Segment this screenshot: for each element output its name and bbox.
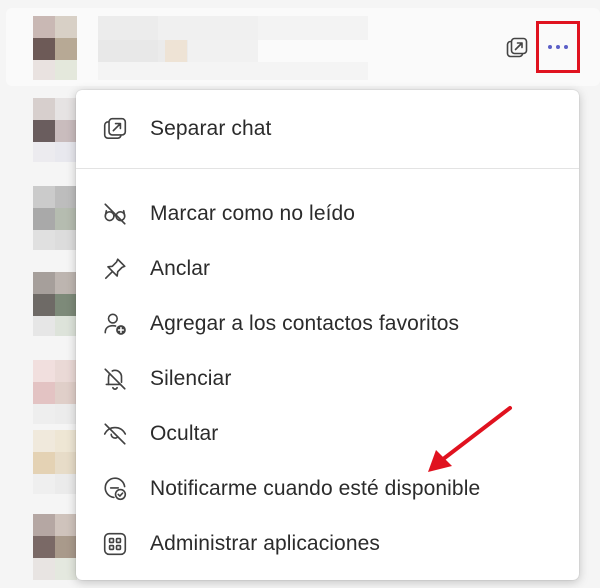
popout-icon [100, 114, 130, 144]
notify-status-icon [100, 474, 130, 504]
menu-item-administrar-aplicaciones[interactable]: Administrar aplicaciones [76, 519, 579, 569]
add-favorite-contact-icon [100, 309, 130, 339]
menu-item-label: Separar chat [150, 117, 272, 140]
menu-item-label: Administrar aplicaciones [150, 532, 380, 555]
menu-item-anclar[interactable]: Anclar [76, 244, 579, 294]
mute-bell-icon [100, 364, 130, 394]
menu-item-label: Silenciar [150, 367, 232, 390]
pin-icon [100, 254, 130, 284]
menu-item-silenciar[interactable]: Silenciar [76, 354, 579, 404]
popout-icon [505, 36, 529, 60]
menu-item-label: Marcar como no leído [150, 202, 356, 225]
menu-item-label: Agregar a los contactos favoritos [150, 312, 460, 335]
popout-chat-button[interactable] [502, 34, 532, 62]
annotation-arrow [410, 398, 520, 478]
menu-item-label: Notificarme cuando esté disponible [150, 477, 481, 500]
hide-eye-icon [100, 419, 130, 449]
apps-grid-icon [100, 529, 130, 559]
menu-divider [76, 168, 579, 169]
menu-item-separar-chat[interactable]: Separar chat [76, 104, 579, 154]
chat-context-menu: Separar chat Marcar como no leído Anclar [76, 90, 579, 580]
more-options-icon [548, 45, 568, 49]
menu-item-label: Ocultar [150, 422, 219, 445]
blurred-chat-list [0, 90, 80, 588]
menu-item-label: Anclar [150, 257, 211, 280]
more-options-button[interactable] [536, 21, 580, 73]
menu-item-agregar-favoritos[interactable]: Agregar a los contactos favoritos [76, 299, 579, 349]
chat-header [0, 0, 600, 90]
mark-unread-icon [100, 199, 130, 229]
menu-item-marcar-no-leido[interactable]: Marcar como no leído [76, 189, 579, 239]
